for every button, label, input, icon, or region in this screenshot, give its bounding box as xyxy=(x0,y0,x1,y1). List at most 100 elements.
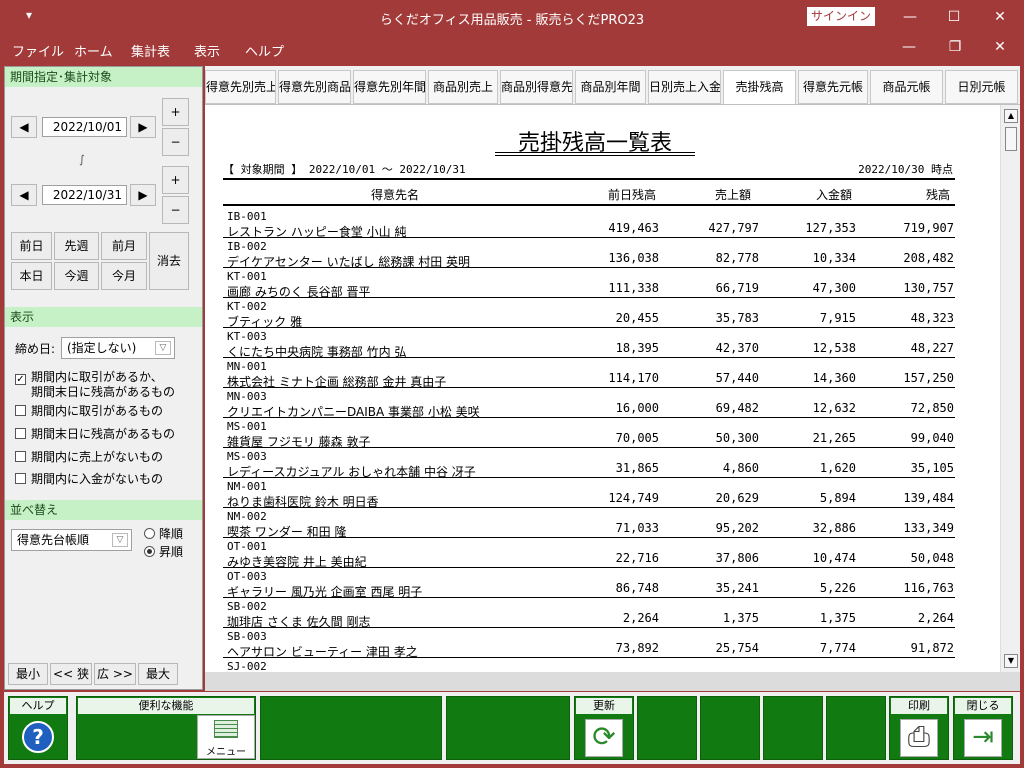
table-row: SJ-002 xyxy=(223,658,955,672)
empty-key xyxy=(637,696,697,760)
tab-receivables-balance[interactable]: 売掛残高 xyxy=(723,70,796,106)
end-date-next-button[interactable]: ▶ xyxy=(130,184,156,206)
payment-cell: 10,334 xyxy=(812,251,856,265)
tab-customer-ledger[interactable]: 得意先元帳 xyxy=(798,70,868,104)
radio-icon[interactable] xyxy=(144,528,155,539)
help-key[interactable]: ヘルプ ? xyxy=(8,696,68,760)
tab-product-sales[interactable]: 商品別売上 xyxy=(428,70,498,104)
start-date-next-button[interactable]: ▶ xyxy=(130,116,156,138)
print-key[interactable]: 印刷 ⎙ xyxy=(889,696,949,760)
start-date-minus-button[interactable]: − xyxy=(162,128,189,156)
menu-file[interactable]: ファイル xyxy=(12,41,64,60)
payment-cell: 21,265 xyxy=(812,431,856,445)
menu-button[interactable]: メニュー xyxy=(197,715,255,759)
title-underline xyxy=(495,155,695,156)
zoom-max-button[interactable]: 最大 xyxy=(138,663,178,685)
prev-day-button[interactable]: 前日 xyxy=(11,232,52,260)
menu-summary[interactable]: 集計表 xyxy=(131,41,170,60)
tab-customer-products[interactable]: 得意先別商品 xyxy=(278,70,351,104)
balance-cell: 133,349 xyxy=(903,521,954,535)
checkbox-icon[interactable] xyxy=(15,428,26,439)
menu-home[interactable]: ホーム xyxy=(74,41,113,60)
menu-help[interactable]: ヘルプ xyxy=(245,41,284,60)
tab-product-yearly[interactable]: 商品別年間 xyxy=(575,70,646,104)
tab-customer-yearly[interactable]: 得意先別年間 xyxy=(353,70,426,104)
tab-customer-sales[interactable]: 得意先別売上 xyxy=(205,70,276,104)
start-date-plus-button[interactable]: + xyxy=(162,98,189,126)
balance-cell: 50,048 xyxy=(910,551,954,565)
refresh-key[interactable]: 更新 ⟳ xyxy=(574,696,634,760)
zoom-out-button[interactable]: << 狭 xyxy=(50,663,92,685)
minimize-button[interactable]: — xyxy=(895,5,925,29)
end-date-minus-button[interactable]: − xyxy=(162,196,189,224)
clear-button[interactable]: 消去 xyxy=(149,232,189,290)
scroll-thumb[interactable] xyxy=(1005,127,1017,151)
help-key-label: ヘルプ xyxy=(10,698,66,714)
option-has-transaction[interactable]: 期間内に取引があるもの xyxy=(15,404,163,419)
customer-code: MS-001 xyxy=(227,420,267,433)
signin-button[interactable]: サインイン xyxy=(807,7,875,26)
doc-minimize-button[interactable]: — xyxy=(897,39,921,55)
table-row: NM-001 ねりま歯科医院 鈴木 明日香 124,749 20,629 5,894 13… xyxy=(223,478,955,509)
chevron-down-icon[interactable]: ▽ xyxy=(155,341,171,355)
end-date-input[interactable]: 2022/10/31 xyxy=(42,185,127,205)
checkbox-icon[interactable] xyxy=(15,405,26,416)
option-transaction-or-balance[interactable]: ✓ 期間内に取引があるか、 期間末日に残高があるもの xyxy=(15,370,175,400)
radio-label: 降順 xyxy=(159,527,184,541)
option-no-sales[interactable]: 期間内に売上がないもの xyxy=(15,450,163,465)
option-has-balance[interactable]: 期間末日に残高があるもの xyxy=(15,427,175,442)
sort-select[interactable]: 得意先台帳順 ▽ xyxy=(11,529,132,551)
doc-restore-button[interactable]: ❐ xyxy=(943,39,967,55)
convenient-functions-key[interactable]: 便利な機能 メニュー xyxy=(76,696,256,760)
sort-asc-radio[interactable]: 昇順 xyxy=(144,543,183,560)
zoom-in-button[interactable]: 広 >> xyxy=(94,663,136,685)
scroll-down-icon[interactable]: ▼ xyxy=(1004,654,1018,668)
this-week-button[interactable]: 今週 xyxy=(54,262,99,290)
end-date-prev-button[interactable]: ◀ xyxy=(11,184,37,206)
tab-product-customers[interactable]: 商品別得意先 xyxy=(500,70,573,104)
sales-cell: 20,629 xyxy=(715,491,759,505)
sales-cell: 57,440 xyxy=(715,371,759,385)
tab-daily-ledger[interactable]: 日別元帳 xyxy=(945,70,1018,104)
table-row: MN-001 株式会社 ミナト企画 総務部 金井 真由子 114,170 57,440… xyxy=(223,358,955,389)
menu-view[interactable]: 表示 xyxy=(194,41,220,60)
prev-week-button[interactable]: 先週 xyxy=(54,232,99,260)
prev-balance-cell: 16,000 xyxy=(615,401,659,415)
this-month-button[interactable]: 今月 xyxy=(101,262,147,290)
customer-code: KT-002 xyxy=(227,300,267,313)
doc-close-button[interactable]: ✕ xyxy=(988,39,1012,55)
closing-day-select[interactable]: (指定しない) ▽ xyxy=(61,337,175,359)
zoom-min-button[interactable]: 最小 xyxy=(8,663,48,685)
payment-cell: 14,360 xyxy=(812,371,856,385)
option-label: 期間内に取引があるか、 xyxy=(31,370,163,384)
sort-desc-radio[interactable]: 降順 xyxy=(144,525,183,542)
option-label: 期間末日に残高があるもの xyxy=(31,427,176,441)
printer-icon: ⎙ xyxy=(900,719,938,757)
chevron-down-icon[interactable]: ▽ xyxy=(112,533,128,547)
checkbox-icon[interactable] xyxy=(15,473,26,484)
checkbox-checked-icon[interactable]: ✓ xyxy=(15,374,26,385)
start-date-prev-button[interactable]: ◀ xyxy=(11,116,37,138)
title-bar: ▾ らくだオフィス用品販売 - 販売らくだPRO23 サインイン — ☐ ✕ xyxy=(0,0,1024,34)
customer-code: SJ-002 xyxy=(227,660,267,672)
checkbox-icon[interactable] xyxy=(15,451,26,462)
vertical-scrollbar[interactable]: ▲ ▼ xyxy=(1000,105,1020,672)
option-no-payment[interactable]: 期間内に入金がないもの xyxy=(15,472,163,487)
prev-month-button[interactable]: 前月 xyxy=(101,232,147,260)
sales-cell: 69,482 xyxy=(715,401,759,415)
prev-balance-cell: 124,749 xyxy=(608,491,659,505)
start-date-input[interactable]: 2022/10/01 xyxy=(42,117,127,137)
close-key[interactable]: 閉じる ⇥ xyxy=(953,696,1013,760)
tab-product-ledger[interactable]: 商品元帳 xyxy=(870,70,943,104)
tab-daily-sales-payments[interactable]: 日別売上入金 xyxy=(648,70,721,104)
scroll-up-icon[interactable]: ▲ xyxy=(1004,109,1018,123)
maximize-button[interactable]: ☐ xyxy=(939,5,969,29)
today-button[interactable]: 本日 xyxy=(11,262,52,290)
option-label-cont: 期間末日に残高があるもの xyxy=(31,385,176,399)
radio-selected-icon[interactable] xyxy=(144,546,155,557)
report-viewer: 売掛残高一覧表 【 対象期間 】 2022/10/01 〜 2022/10/31… xyxy=(205,104,1020,691)
payment-cell: 47,300 xyxy=(812,281,856,295)
table-row: SB-002 珈琲店 さくま 佐久間 剛志 2,264 1,375 1,375 2,264 xyxy=(223,598,955,629)
close-window-button[interactable]: ✕ xyxy=(985,5,1015,29)
end-date-plus-button[interactable]: + xyxy=(162,166,189,194)
